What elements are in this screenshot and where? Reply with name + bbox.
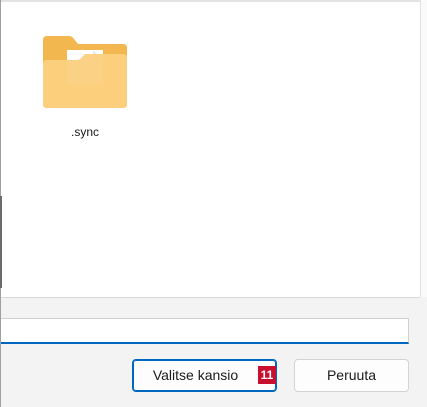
folder-picker-dialog: .sync Valitse kansio 11 Peruuta: [0, 0, 427, 407]
cancel-button[interactable]: Peruuta: [294, 359, 409, 392]
folder-name-label: .sync: [70, 125, 99, 139]
folder-icon: [43, 36, 127, 108]
marker-badge: 11: [258, 366, 276, 384]
select-folder-button[interactable]: Valitse kansio: [132, 359, 277, 392]
side-scroll-thumb[interactable]: [0, 196, 2, 288]
select-folder-button-label: Valitse kansio: [152, 367, 239, 383]
vertical-scrollbar[interactable]: [420, 0, 427, 297]
top-divider: [1, 0, 420, 2]
folder-name-input[interactable]: [0, 318, 409, 344]
file-list-pane[interactable]: .sync: [1, 0, 420, 298]
cancel-button-label: Peruuta: [326, 367, 377, 383]
folder-item[interactable]: .sync: [37, 28, 133, 146]
